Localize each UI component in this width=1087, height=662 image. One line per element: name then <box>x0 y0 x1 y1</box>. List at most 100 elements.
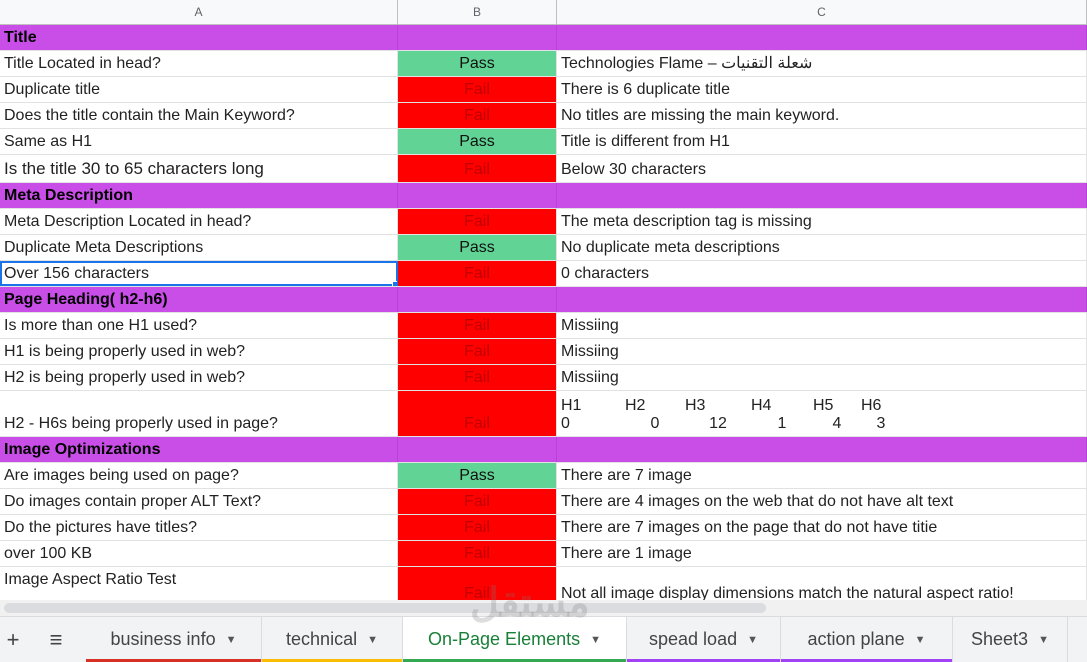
cell-check-label[interactable]: Does the title contain the Main Keyword? <box>0 103 398 128</box>
heading-count: 4 <box>832 415 842 432</box>
cell-detail[interactable]: Missiing <box>557 339 1087 364</box>
section-header-row: Meta Description <box>0 183 1087 209</box>
cell-status[interactable]: Fail <box>398 339 557 364</box>
tab-dropdown-icon[interactable]: ▼ <box>747 634 758 646</box>
tab-dropdown-icon[interactable]: ▼ <box>915 634 926 646</box>
cell-status[interactable]: Fail <box>398 261 557 286</box>
cell-status[interactable]: Fail <box>398 391 557 436</box>
tab-dropdown-icon[interactable]: ▼ <box>226 634 237 646</box>
sheet-tab[interactable]: action plane ▼ <box>781 617 953 662</box>
heading-label: H1 <box>561 397 582 414</box>
cell-status[interactable]: Fail <box>398 103 557 128</box>
cell-detail[interactable] <box>557 437 1087 462</box>
sheet-tab[interactable]: Sheet3 ▼ <box>953 617 1068 662</box>
column-header-b[interactable]: B <box>398 0 557 24</box>
cell-check-label[interactable]: Same as H1 <box>0 129 398 154</box>
cell-detail[interactable]: Missiing <box>557 365 1087 390</box>
add-sheet-icon[interactable]: + <box>0 617 26 662</box>
cell-status[interactable]: Fail <box>398 155 557 182</box>
cell-detail[interactable]: There are 4 images on the web that do no… <box>557 489 1087 514</box>
cell-detail[interactable]: Technologies Flame – شعلة التقنيات <box>557 51 1087 76</box>
cell-check-label[interactable]: Meta Description <box>0 183 398 208</box>
cell-check-label[interactable]: Meta Description Located in head? <box>0 209 398 234</box>
column-headers: A B C <box>0 0 1087 25</box>
cell-check-label[interactable]: Is the title 30 to 65 characters long <box>0 155 398 182</box>
cell-check-label[interactable]: Do images contain proper ALT Text? <box>0 489 398 514</box>
cell-status[interactable]: Fail <box>398 77 557 102</box>
cell-status[interactable] <box>398 25 557 50</box>
horizontal-scrollbar[interactable] <box>0 600 1087 616</box>
cell-detail[interactable]: There is 6 duplicate title <box>557 77 1087 102</box>
all-sheets-menu-icon[interactable]: ≡ <box>26 617 86 662</box>
cell-detail[interactable] <box>557 287 1087 312</box>
cell-detail[interactable]: Below 30 characters <box>557 155 1087 182</box>
cell-detail[interactable]: No titles are missing the main keyword. <box>557 103 1087 128</box>
cell-detail[interactable]: There are 7 image <box>557 463 1087 488</box>
cell-status[interactable]: Pass <box>398 463 557 488</box>
cell-check-label[interactable]: Image Optimizations <box>0 437 398 462</box>
sheet-tab[interactable]: On-Page Elements ▼ <box>403 617 627 662</box>
cell-status[interactable]: Fail <box>398 515 557 540</box>
cell-detail[interactable] <box>557 183 1087 208</box>
cell-status[interactable]: Fail <box>398 489 557 514</box>
cell-detail[interactable]: Title is different from H1 <box>557 129 1087 154</box>
tab-dropdown-icon[interactable]: ▼ <box>1038 634 1049 646</box>
cell-status[interactable]: Fail <box>398 209 557 234</box>
table-row: Does the title contain the Main Keyword?… <box>0 103 1087 129</box>
cell-status[interactable]: Fail <box>398 541 557 566</box>
cell-check-label[interactable]: Duplicate Meta Descriptions <box>0 235 398 260</box>
tab-dropdown-icon[interactable]: ▼ <box>590 634 601 646</box>
heading-count: 1 <box>777 415 787 432</box>
cell-status[interactable] <box>398 183 557 208</box>
cell-detail[interactable]: There are 7 images on the page that do n… <box>557 515 1087 540</box>
cell-check-label[interactable]: H1 is being properly used in web? <box>0 339 398 364</box>
cell-status[interactable]: Pass <box>398 129 557 154</box>
sheet-tab-label: action plane <box>807 629 905 649</box>
heading-label: H2 <box>625 397 646 414</box>
cell-detail[interactable]: There are 1 image <box>557 541 1087 566</box>
table-row: Over 156 characters Fail 0 characters <box>0 261 1087 287</box>
table-row: over 100 KB Fail There are 1 image <box>0 541 1087 567</box>
cell-check-label[interactable]: Are images being used on page? <box>0 463 398 488</box>
cell-detail[interactable] <box>557 25 1087 50</box>
cell-check-label[interactable]: Over 156 characters <box>0 261 398 286</box>
cell-check-label[interactable]: Title Located in head? <box>0 51 398 76</box>
sheet-tab[interactable]: spead load ▼ <box>627 617 781 662</box>
heading-count: 3 <box>876 415 886 432</box>
cell-detail[interactable]: The meta description tag is missing <box>557 209 1087 234</box>
cell-detail[interactable]: No duplicate meta descriptions <box>557 235 1087 260</box>
sheet-tab-label: business info <box>110 629 216 649</box>
scrollbar-thumb[interactable] <box>4 603 766 613</box>
cell-check-label[interactable]: Title <box>0 25 398 50</box>
tab-dropdown-icon[interactable]: ▼ <box>367 634 378 646</box>
cell-status[interactable] <box>398 287 557 312</box>
cell-status[interactable]: Pass <box>398 235 557 260</box>
table-row: Duplicate title Fail There is 6 duplicate … <box>0 77 1087 103</box>
heading-label: H4 <box>751 397 772 414</box>
cell-check-label[interactable]: H2 - H6s being properly used in page? <box>0 391 398 436</box>
cell-check-label[interactable]: Page Heading( h2-h6) <box>0 287 398 312</box>
sheet-tab[interactable]: business info ▼ <box>86 617 262 662</box>
cell-detail[interactable]: H1 H2 H3 H4 H5 H6 0 0 12 1 4 3 <box>557 391 1087 436</box>
column-header-c[interactable]: C <box>557 0 1087 24</box>
cell-check-label[interactable]: Is more than one H1 used? <box>0 313 398 338</box>
heading-count-grid: H1 H2 H3 H4 H5 H6 0 0 12 1 4 3 <box>561 397 901 433</box>
cell-status[interactable]: Fail <box>398 365 557 390</box>
cell-check-label[interactable]: Duplicate title <box>0 77 398 102</box>
heading-count: 12 <box>709 415 727 432</box>
table-row: Same as H1 Pass Title is different from H1 <box>0 129 1087 155</box>
heading-count: 0 <box>561 415 570 432</box>
cell-status[interactable]: Fail <box>398 313 557 338</box>
cell-check-label[interactable]: over 100 KB <box>0 541 398 566</box>
column-header-a[interactable]: A <box>0 0 398 24</box>
cell-status[interactable] <box>398 437 557 462</box>
cell-check-label[interactable]: Do the pictures have titles? <box>0 515 398 540</box>
cell-status[interactable]: Pass <box>398 51 557 76</box>
cell-check-label[interactable]: H2 is being properly used in web? <box>0 365 398 390</box>
sheet-tab-label: Sheet3 <box>971 629 1029 649</box>
cell-detail[interactable]: Missiing <box>557 313 1087 338</box>
sheet-tab[interactable]: technical ▼ <box>262 617 403 662</box>
table-row: Are images being used on page? Pass There … <box>0 463 1087 489</box>
cell-detail[interactable]: 0 characters <box>557 261 1087 286</box>
heading-label: H3 <box>685 397 706 414</box>
